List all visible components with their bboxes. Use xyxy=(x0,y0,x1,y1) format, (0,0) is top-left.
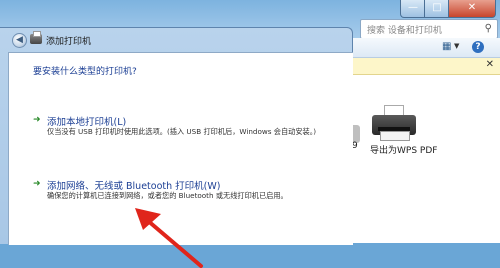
red-annotation-arrow-icon xyxy=(135,208,203,268)
page-heading: 要安装什么类型的打印机? xyxy=(33,67,137,77)
option-title[interactable]: 添加网络、无线或 Bluetooth 打印机(W) xyxy=(47,178,220,192)
option-title[interactable]: 添加本地打印机(L) xyxy=(47,114,126,128)
option-description: 仅当没有 USB 打印机时使用此选项。(插入 USB 打印机后，Windows … xyxy=(47,127,317,136)
help-icon[interactable]: ? xyxy=(472,41,484,53)
search-icon: ⚲ xyxy=(484,23,492,34)
toolbar: ▦ ▼ ? xyxy=(350,38,500,58)
add-printer-dialog: ◀ 添加打印机 要安装什么类型的打印机? ➜ 添加本地打印机(L) 仅当没有 U… xyxy=(0,27,353,268)
option-description: 确保您的计算机已连接到网络，或者您的 Bluetooth 或无线打印机已启用。 xyxy=(47,191,288,200)
dialog-body: 要安装什么类型的打印机? ➜ 添加本地打印机(L) 仅当没有 USB 打印机时使… xyxy=(8,52,353,268)
minimize-button[interactable]: — xyxy=(400,0,426,18)
green-arrow-icon: ➜ xyxy=(33,115,41,125)
search-input[interactable]: 搜索 设备和打印机 ⚲ xyxy=(360,19,498,39)
dialog-title: 添加打印机 xyxy=(46,37,92,47)
back-button[interactable]: ◀ xyxy=(12,33,27,48)
printer-icon xyxy=(30,31,42,44)
minimize-icon: — xyxy=(408,2,418,13)
maximize-icon: □ xyxy=(432,2,442,13)
window-close-button[interactable]: ✕ xyxy=(448,0,496,18)
info-bar: ✕ xyxy=(350,58,500,75)
search-placeholder: 搜索 设备和打印机 xyxy=(367,26,442,36)
back-arrow-icon: ◀ xyxy=(16,35,23,45)
green-arrow-icon: ➜ xyxy=(33,179,41,189)
info-bar-close-icon[interactable]: ✕ xyxy=(486,59,494,70)
printer-list: 9 导出为WPS PDF xyxy=(350,75,500,243)
dialog-titlebar: ◀ 添加打印机 xyxy=(0,28,352,50)
chevron-down-icon[interactable]: ▼ xyxy=(454,42,459,50)
maximize-button[interactable]: □ xyxy=(424,0,450,18)
printer-icon[interactable] xyxy=(370,105,418,141)
view-icon[interactable]: ▦ xyxy=(442,41,451,52)
printer-label-wps-pdf: 导出为WPS PDF xyxy=(370,146,438,156)
close-icon: ✕ xyxy=(467,2,477,13)
